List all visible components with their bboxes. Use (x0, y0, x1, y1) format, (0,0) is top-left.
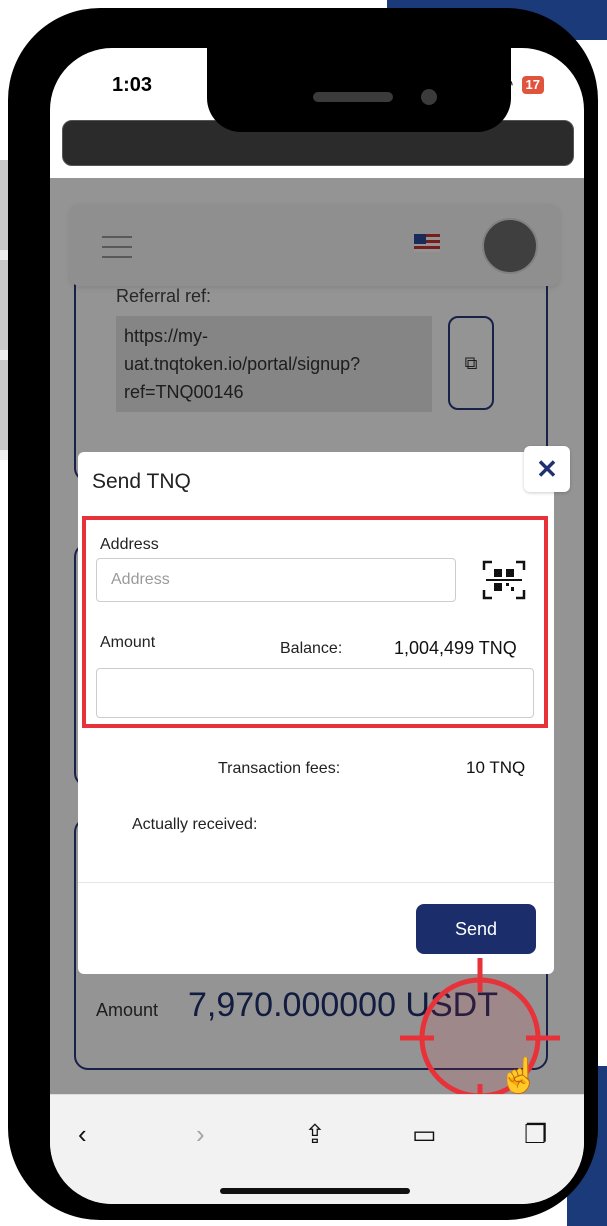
amount-input[interactable] (96, 668, 534, 718)
divider (78, 882, 554, 883)
received-label: Actually received: (132, 816, 258, 833)
modal-title: Send TNQ (92, 470, 191, 493)
camera (421, 89, 437, 105)
phone-screen: 1:03 ▂▄▆ ◠ 17 Referral ref: https://my-u… (50, 48, 584, 1204)
fees-label: Transaction fees: (218, 760, 341, 777)
send-button[interactable]: Send (416, 904, 536, 954)
home-indicator (220, 1188, 410, 1194)
phone-frame: 1:03 ▂▄▆ ◠ 17 Referral ref: https://my-u… (8, 8, 598, 1220)
share-icon[interactable]: ⇪ (304, 1119, 326, 1150)
close-icon: ✕ (536, 453, 558, 484)
balance-value: 1,004,499 TNQ (394, 638, 517, 658)
web-content: Referral ref: https://my-uat.tnqtoken.io… (50, 178, 584, 1094)
signal-icon: ▂▄▆ (449, 74, 490, 94)
address-label: Address (100, 536, 159, 553)
forward-icon[interactable]: › (196, 1119, 205, 1150)
qr-scan-icon[interactable] (482, 560, 526, 600)
tabs-icon[interactable]: ❐ (524, 1119, 547, 1150)
status-time: 1:03 (112, 74, 153, 96)
pointer-hand-icon: ☝ (498, 1057, 541, 1094)
back-icon[interactable]: ‹ (78, 1119, 87, 1150)
send-modal: Send TNQ Address Amount Balance: 1,004,4… (78, 452, 554, 974)
balance-label: Balance: (280, 640, 343, 657)
wifi-icon: ◠ (497, 74, 514, 94)
amount-label: Amount (100, 634, 156, 651)
battery-indicator: 17 (521, 75, 544, 94)
close-button[interactable]: ✕ (524, 446, 570, 492)
fees-value: 10 TNQ (466, 758, 526, 777)
address-input[interactable] (96, 558, 456, 602)
status-icons: ▂▄▆ ◠ 17 (449, 74, 544, 95)
speaker (313, 92, 393, 102)
bookmarks-icon[interactable]: ▭ (412, 1119, 437, 1150)
